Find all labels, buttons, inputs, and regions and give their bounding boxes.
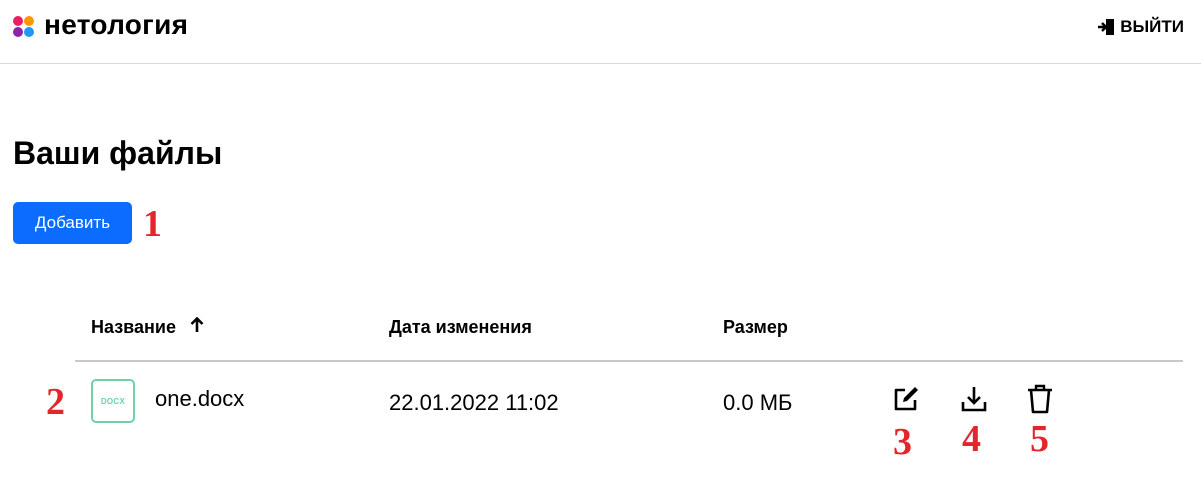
logo-text: нетология	[44, 9, 189, 40]
column-header-name[interactable]: Название	[91, 316, 204, 338]
annotation-marker-5: 5	[1030, 418, 1049, 460]
file-name[interactable]: one.docx	[155, 386, 244, 412]
file-size: 0.0 МБ	[723, 390, 793, 415]
logo[interactable]: нетология	[13, 9, 189, 41]
top-bar: нетология ВЫЙТИ	[0, 0, 1201, 64]
annotation-marker-1: 1	[143, 203, 162, 245]
download-icon	[961, 387, 987, 412]
annotation-marker-3: 3	[893, 421, 912, 463]
delete-button[interactable]	[1024, 383, 1056, 415]
annotation-marker-2: 2	[46, 381, 65, 423]
docx-file-icon: DOCX	[91, 379, 135, 423]
file-modified-date: 22.01.2022 11:02	[389, 390, 559, 415]
logout-button[interactable]: ВЫЙТИ	[1097, 17, 1184, 37]
column-header-date[interactable]: Дата изменения	[389, 316, 532, 338]
logo-icon	[13, 16, 35, 38]
edit-button[interactable]	[890, 383, 922, 415]
trash-icon	[1028, 384, 1052, 414]
edit-icon	[894, 387, 918, 411]
page-title: Ваши файлы	[13, 135, 223, 171]
column-header-name-label: Название	[91, 317, 176, 337]
download-button[interactable]	[958, 383, 990, 415]
logout-icon	[1098, 19, 1115, 35]
annotation-marker-4: 4	[962, 418, 981, 460]
column-header-size[interactable]: Размер	[723, 316, 788, 338]
table-divider	[75, 360, 1183, 362]
logout-label: ВЫЙТИ	[1120, 17, 1184, 36]
arrow-up-icon	[190, 316, 204, 338]
add-file-button[interactable]: Добавить	[13, 202, 132, 244]
